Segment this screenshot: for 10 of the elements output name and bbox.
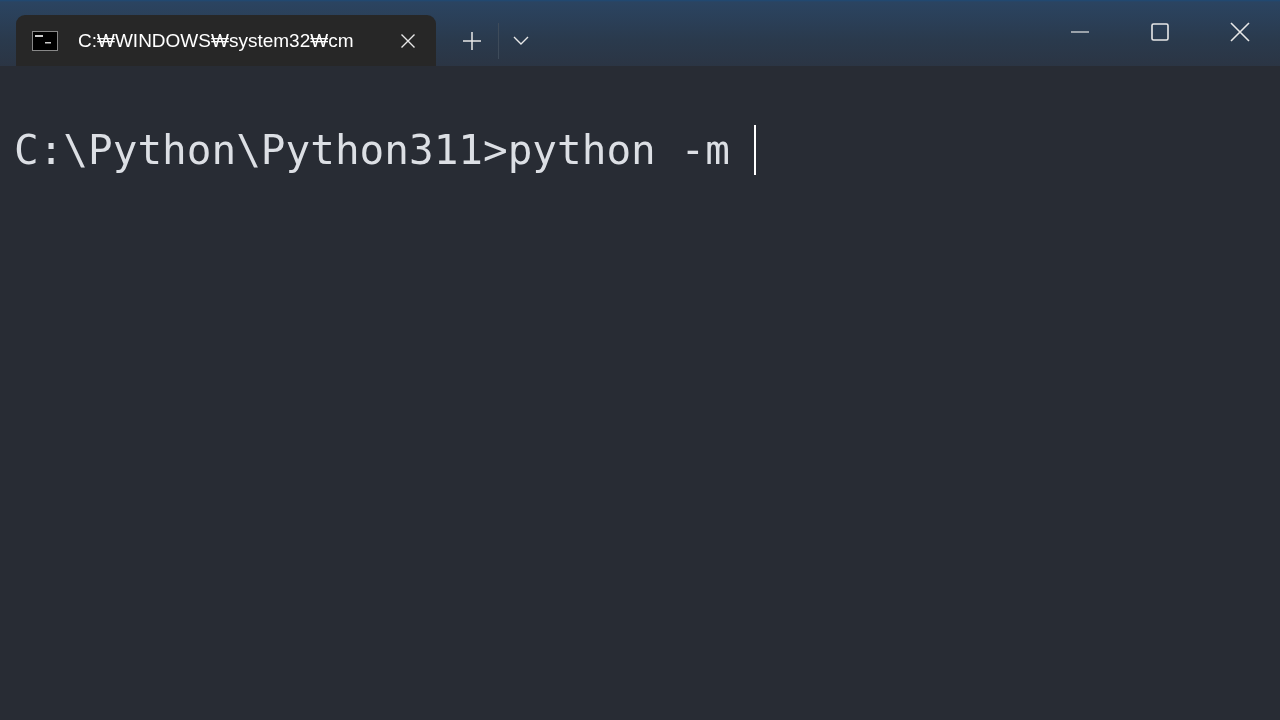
maximize-icon (1151, 23, 1169, 41)
terminal-icon (32, 30, 58, 51)
close-icon (400, 32, 416, 49)
chevron-down-icon (513, 35, 529, 46)
plus-icon (462, 30, 482, 51)
tab[interactable]: C:₩WINDOWS₩system32₩cm (16, 15, 436, 66)
tab-title: C:₩WINDOWS₩system32₩cm (78, 29, 355, 52)
command-line: C:\Python\Python311>python -m (14, 126, 730, 174)
close-icon (1230, 22, 1250, 42)
minimize-icon (1071, 31, 1089, 33)
